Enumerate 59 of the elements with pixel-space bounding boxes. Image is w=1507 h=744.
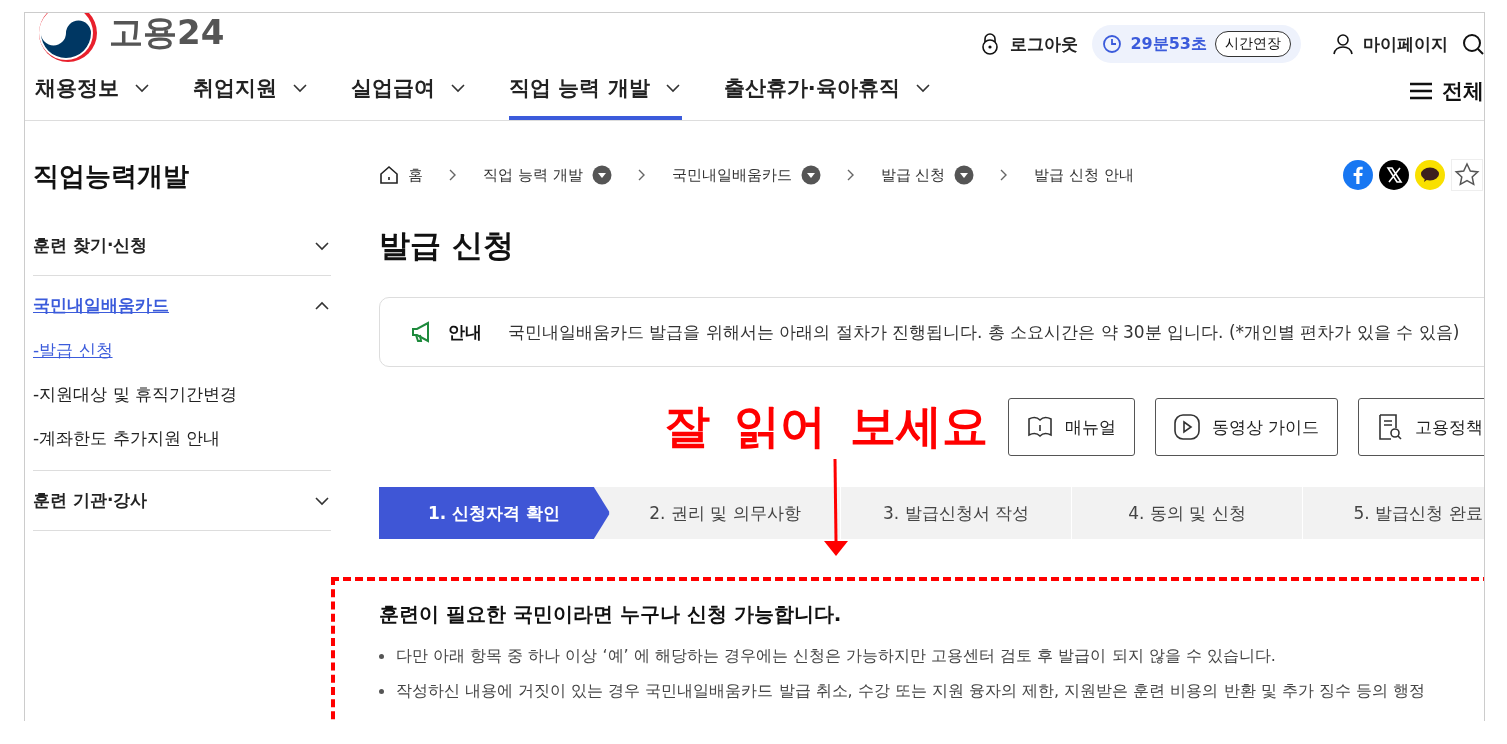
menu-icon bbox=[1410, 81, 1432, 100]
nav-menu-item[interactable]: 실업급여 bbox=[351, 61, 467, 120]
annotation-text: 잘 읽어 보세요 bbox=[664, 398, 989, 455]
page-title: 발급 신청 bbox=[379, 226, 515, 265]
dropdown-circle-icon bbox=[954, 165, 975, 185]
notice-text: 국민내일배움카드 발급을 위해서는 아래의 절차가 진행됩니다. 총 소요시간은 약 30분 입니다. (*개인별 편차가 있을 수 있음) bbox=[508, 320, 1460, 344]
dropdown-circle-icon bbox=[800, 165, 821, 185]
breadcrumb-link[interactable]: 발급 신청 안내 bbox=[1034, 165, 1134, 185]
logo-text[interactable]: 고용24 bbox=[109, 13, 225, 56]
progress-step: 4. 동의 및 신청 bbox=[1072, 487, 1303, 539]
favorite-button[interactable] bbox=[1451, 159, 1483, 191]
progress-step: 3. 발급신청서 작성 bbox=[841, 487, 1072, 539]
logo-emblem-icon bbox=[37, 13, 99, 64]
guide-button[interactable]: 동영상 가이드 bbox=[1155, 398, 1339, 456]
sidebar-subitem[interactable]: -지원대상 및 휴직기간변경 bbox=[33, 383, 331, 406]
dropdown-circle-icon bbox=[591, 165, 612, 185]
breadcrumb-link[interactable]: 직업 능력 개발 bbox=[483, 165, 612, 185]
content-heading: 훈련이 필요한 국민이라면 누구나 신청 가능합니다. bbox=[379, 601, 843, 628]
star-icon bbox=[1454, 162, 1480, 188]
x-logo-icon bbox=[1379, 160, 1409, 190]
mypage-link[interactable]: 마이페이지 bbox=[1333, 32, 1448, 56]
logout-link[interactable]: 로그아웃 bbox=[980, 32, 1079, 56]
all-menu-button[interactable]: 전체 bbox=[1410, 61, 1484, 120]
notice-label: 안내 bbox=[448, 320, 482, 344]
clock-icon bbox=[1102, 34, 1123, 54]
guide-button[interactable]: 고용정책 bbox=[1358, 398, 1484, 456]
sidebar-subitem[interactable]: -발급 신청 bbox=[33, 339, 331, 362]
bullet-dot bbox=[379, 689, 384, 694]
person-icon bbox=[1333, 33, 1353, 55]
sidebar-item[interactable]: 훈련 기관·강사 bbox=[33, 489, 331, 512]
guide-button[interactable]: 매뉴얼 bbox=[1008, 398, 1136, 456]
play-icon bbox=[1174, 414, 1201, 440]
nav-menu-item[interactable]: 출산휴가·육아휴직 bbox=[723, 61, 932, 120]
breadcrumb-link[interactable]: 홈 bbox=[379, 165, 423, 185]
bullet-dot bbox=[379, 654, 384, 659]
progress-step: 1. 신청자격 확인 bbox=[379, 487, 610, 539]
extend-time-button[interactable]: 시간연장 bbox=[1215, 31, 1291, 57]
annotation-arrow-icon bbox=[822, 459, 848, 557]
home-icon bbox=[379, 165, 399, 185]
nav-menu-item[interactable]: 직업 능력 개발 bbox=[509, 61, 682, 120]
sidebar-title: 직업능력개발 bbox=[33, 160, 190, 193]
document-search-icon bbox=[1377, 413, 1404, 441]
breadcrumb-link[interactable]: 국민내일배움카드 bbox=[671, 165, 821, 185]
progress-step: 5. 발급신청 완료 bbox=[1303, 487, 1484, 539]
bullet-text: 작성하신 내용에 거짓이 있는 경우 국민내일배움카드 발급 취소, 수강 또는 지원 융자의 제한, 지원받은 훈련 비용의 반환 및 추가 징수 등의 행정 bbox=[396, 681, 1425, 702]
breadcrumb-link[interactable]: 발급 신청 bbox=[880, 165, 975, 185]
facebook-icon bbox=[1343, 160, 1373, 190]
book-icon bbox=[1027, 415, 1054, 439]
nav-menu-item[interactable]: 채용정보 bbox=[35, 61, 151, 120]
search-icon bbox=[1462, 33, 1484, 55]
nav-menu-item[interactable]: 취업지원 bbox=[193, 61, 309, 120]
sidebar-item[interactable]: 국민내일배움카드 bbox=[33, 294, 331, 317]
padlock-icon bbox=[980, 32, 1001, 56]
sidebar-subitem[interactable]: -계좌한도 추가지원 안내 bbox=[33, 427, 331, 450]
chat-bubble-icon bbox=[1415, 160, 1445, 190]
timer-text: 29분53초 bbox=[1130, 33, 1207, 55]
sidebar-item[interactable]: 훈련 찾기·신청 bbox=[33, 234, 331, 257]
progress-step: 2. 권리 및 의무사항 bbox=[610, 487, 841, 539]
bullet-text: 다만 아래 항목 중 하나 이상 ‘예’ 에 해당하는 경우에는 신청은 가능하지만 고용센터 검토 후 발급이 되지 않을 수 있습니다. bbox=[396, 646, 1276, 667]
